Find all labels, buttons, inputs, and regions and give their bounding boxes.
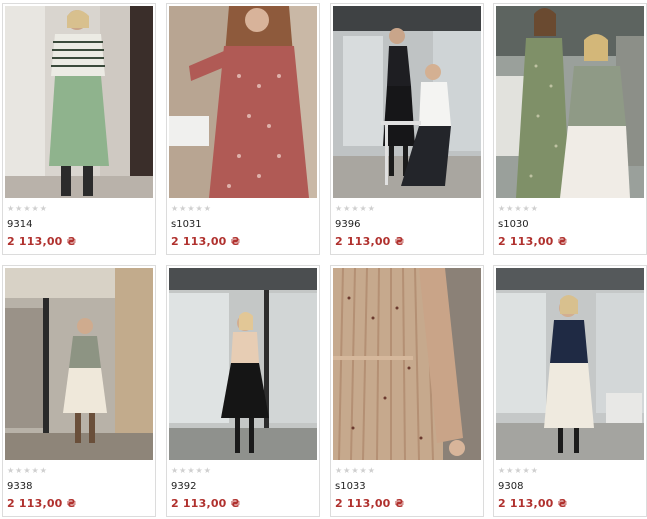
rating-stars: ★★★★★ bbox=[7, 466, 48, 475]
product-card[interactable]: ★★★★★ 9396 2 113,00 ₴ bbox=[330, 3, 484, 255]
product-price: 2 113,00 ₴ bbox=[171, 235, 240, 248]
product-code[interactable]: s1033 bbox=[335, 481, 366, 492]
product-card[interactable]: ★★★★★ s1030 2 113,00 ₴ bbox=[493, 3, 647, 255]
product-code[interactable]: 9308 bbox=[498, 481, 523, 492]
price-value: 2 113,00 bbox=[171, 497, 227, 510]
product-price: 2 113,00 ₴ bbox=[7, 497, 76, 510]
price-value: 2 113,00 bbox=[7, 497, 63, 510]
product-photo[interactable] bbox=[5, 6, 153, 198]
product-photo[interactable] bbox=[496, 268, 644, 460]
rating-stars: ★★★★★ bbox=[7, 204, 48, 213]
currency-icon: ₴ bbox=[557, 235, 568, 248]
price-value: 2 113,00 bbox=[498, 235, 554, 248]
product-code[interactable]: 9314 bbox=[7, 219, 32, 230]
rating-stars: ★★★★★ bbox=[498, 466, 539, 475]
product-price: 2 113,00 ₴ bbox=[7, 235, 76, 248]
product-code[interactable]: 9392 bbox=[171, 481, 196, 492]
product-card[interactable]: ★★★★★ 9392 2 113,00 ₴ bbox=[166, 265, 320, 517]
price-value: 2 113,00 bbox=[335, 235, 391, 248]
product-code[interactable]: s1031 bbox=[171, 219, 202, 230]
product-price: 2 113,00 ₴ bbox=[498, 235, 567, 248]
rating-stars: ★★★★★ bbox=[171, 466, 212, 475]
product-price: 2 113,00 ₴ bbox=[498, 497, 567, 510]
price-value: 2 113,00 bbox=[171, 235, 227, 248]
rating-stars: ★★★★★ bbox=[335, 466, 376, 475]
rating-stars: ★★★★★ bbox=[335, 204, 376, 213]
product-price: 2 113,00 ₴ bbox=[171, 497, 240, 510]
currency-icon: ₴ bbox=[230, 497, 241, 510]
product-card[interactable]: ★★★★★ 9314 2 113,00 ₴ bbox=[2, 3, 156, 255]
currency-icon: ₴ bbox=[394, 235, 405, 248]
product-photo[interactable] bbox=[169, 268, 317, 460]
product-photo[interactable] bbox=[333, 6, 481, 198]
product-card[interactable]: ★★★★★ 9308 2 113,00 ₴ bbox=[493, 265, 647, 517]
currency-icon: ₴ bbox=[66, 235, 77, 248]
product-card[interactable]: ★★★★★ s1031 2 113,00 ₴ bbox=[166, 3, 320, 255]
currency-icon: ₴ bbox=[557, 497, 568, 510]
currency-icon: ₴ bbox=[66, 497, 77, 510]
product-photo[interactable] bbox=[5, 268, 153, 460]
rating-stars: ★★★★★ bbox=[498, 204, 539, 213]
product-photo[interactable] bbox=[169, 6, 317, 198]
currency-icon: ₴ bbox=[394, 497, 405, 510]
price-value: 2 113,00 bbox=[335, 497, 391, 510]
product-code[interactable]: 9338 bbox=[7, 481, 32, 492]
price-value: 2 113,00 bbox=[7, 235, 63, 248]
product-price: 2 113,00 ₴ bbox=[335, 235, 404, 248]
rating-stars: ★★★★★ bbox=[171, 204, 212, 213]
product-photo[interactable] bbox=[333, 268, 481, 460]
currency-icon: ₴ bbox=[230, 235, 241, 248]
product-card[interactable]: ★★★★★ s1033 2 113,00 ₴ bbox=[330, 265, 484, 517]
product-price: 2 113,00 ₴ bbox=[335, 497, 404, 510]
product-code[interactable]: s1030 bbox=[498, 219, 529, 230]
product-grid: ★★★★★ 9314 2 113,00 ₴ ★★★★★ s1031 2 113,… bbox=[0, 0, 647, 519]
product-photo[interactable] bbox=[496, 6, 644, 198]
price-value: 2 113,00 bbox=[498, 497, 554, 510]
product-code[interactable]: 9396 bbox=[335, 219, 360, 230]
product-card[interactable]: ★★★★★ 9338 2 113,00 ₴ bbox=[2, 265, 156, 517]
